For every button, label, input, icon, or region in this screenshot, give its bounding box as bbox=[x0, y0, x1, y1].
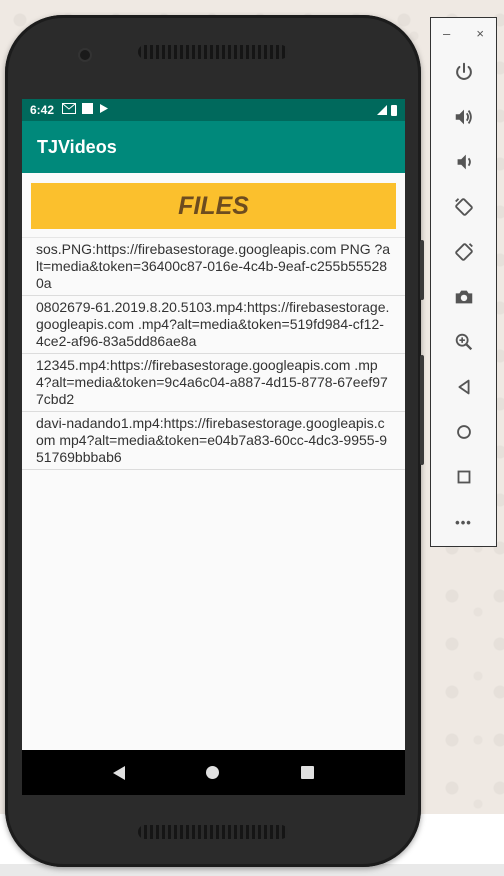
overview-square-icon bbox=[457, 470, 470, 484]
files-banner: FILES bbox=[31, 183, 396, 229]
file-list-item[interactable]: sos.PNG:https://firebasestorage.googleap… bbox=[22, 237, 405, 296]
back-icon[interactable] bbox=[112, 765, 125, 780]
file-list-item[interactable]: 0802679-61.2019.8.20.5103.mp4:https://fi… bbox=[22, 296, 405, 354]
file-list-item[interactable]: davi-nadando1.mp4:https://firebasestorag… bbox=[22, 412, 405, 470]
more-icon: ••• bbox=[455, 514, 472, 530]
close-button[interactable]: × bbox=[476, 26, 484, 44]
notification-square-icon bbox=[82, 103, 94, 117]
file-item-text: sos.PNG:https://firebasestorage.googleap… bbox=[36, 241, 391, 291]
signal-icon bbox=[377, 105, 387, 115]
rotate-right-button[interactable] bbox=[444, 235, 484, 269]
power-icon bbox=[455, 62, 472, 80]
power-button[interactable] bbox=[444, 55, 484, 89]
home-icon[interactable] bbox=[206, 766, 220, 779]
back-triangle-icon bbox=[458, 379, 469, 395]
volume-down-icon bbox=[457, 154, 471, 170]
file-list-item[interactable]: 12345.mp4:https://firebasestorage.google… bbox=[22, 354, 405, 412]
back-button[interactable] bbox=[444, 370, 484, 404]
recents-icon[interactable] bbox=[301, 766, 315, 779]
volume-down-button[interactable] bbox=[444, 145, 484, 179]
screenshot-button[interactable] bbox=[444, 280, 484, 314]
more-button[interactable]: ••• bbox=[444, 505, 484, 539]
zoom-button[interactable] bbox=[444, 325, 484, 359]
bottom-speaker bbox=[138, 825, 288, 839]
file-item-text: davi-nadando1.mp4:https://firebasestorag… bbox=[36, 415, 388, 465]
device-screen: 6:42 TJVideos FILES sos.PNG:https://fire… bbox=[22, 99, 405, 795]
play-store-icon bbox=[99, 103, 109, 117]
volume-side-button[interactable] bbox=[420, 240, 424, 300]
top-speaker bbox=[138, 45, 288, 59]
home-button[interactable] bbox=[444, 415, 484, 449]
zoom-in-icon bbox=[455, 333, 472, 351]
rotate-left-icon bbox=[454, 198, 473, 216]
home-circle-icon bbox=[456, 425, 471, 439]
volume-up-icon bbox=[455, 109, 472, 125]
emulator-toolbar: – × ••• bbox=[430, 17, 497, 547]
status-time: 6:42 bbox=[30, 103, 55, 117]
battery-icon bbox=[391, 104, 397, 116]
app-title: TJVideos bbox=[37, 136, 117, 157]
status-bar: 6:42 bbox=[22, 99, 405, 121]
overview-button[interactable] bbox=[444, 460, 484, 494]
volume-up-button[interactable] bbox=[444, 100, 484, 134]
rotate-right-icon bbox=[454, 243, 473, 261]
file-list: sos.PNG:https://firebasestorage.googleap… bbox=[22, 237, 405, 470]
camera-icon bbox=[455, 290, 472, 304]
gmail-icon bbox=[62, 103, 77, 117]
file-item-text: 12345.mp4:https://firebasestorage.google… bbox=[36, 357, 388, 407]
file-item-text: 0802679-61.2019.8.20.5103.mp4:https://fi… bbox=[36, 299, 390, 349]
front-camera bbox=[80, 50, 90, 60]
app-bar: TJVideos bbox=[22, 121, 405, 173]
rotate-left-button[interactable] bbox=[444, 190, 484, 224]
navigation-bar bbox=[22, 750, 405, 795]
minimize-button[interactable]: – bbox=[443, 26, 450, 44]
power-side-button[interactable] bbox=[420, 355, 424, 465]
files-banner-label: FILES bbox=[178, 191, 249, 220]
emulator-phone-frame: 6:42 TJVideos FILES sos.PNG:https://fire… bbox=[5, 15, 424, 867]
